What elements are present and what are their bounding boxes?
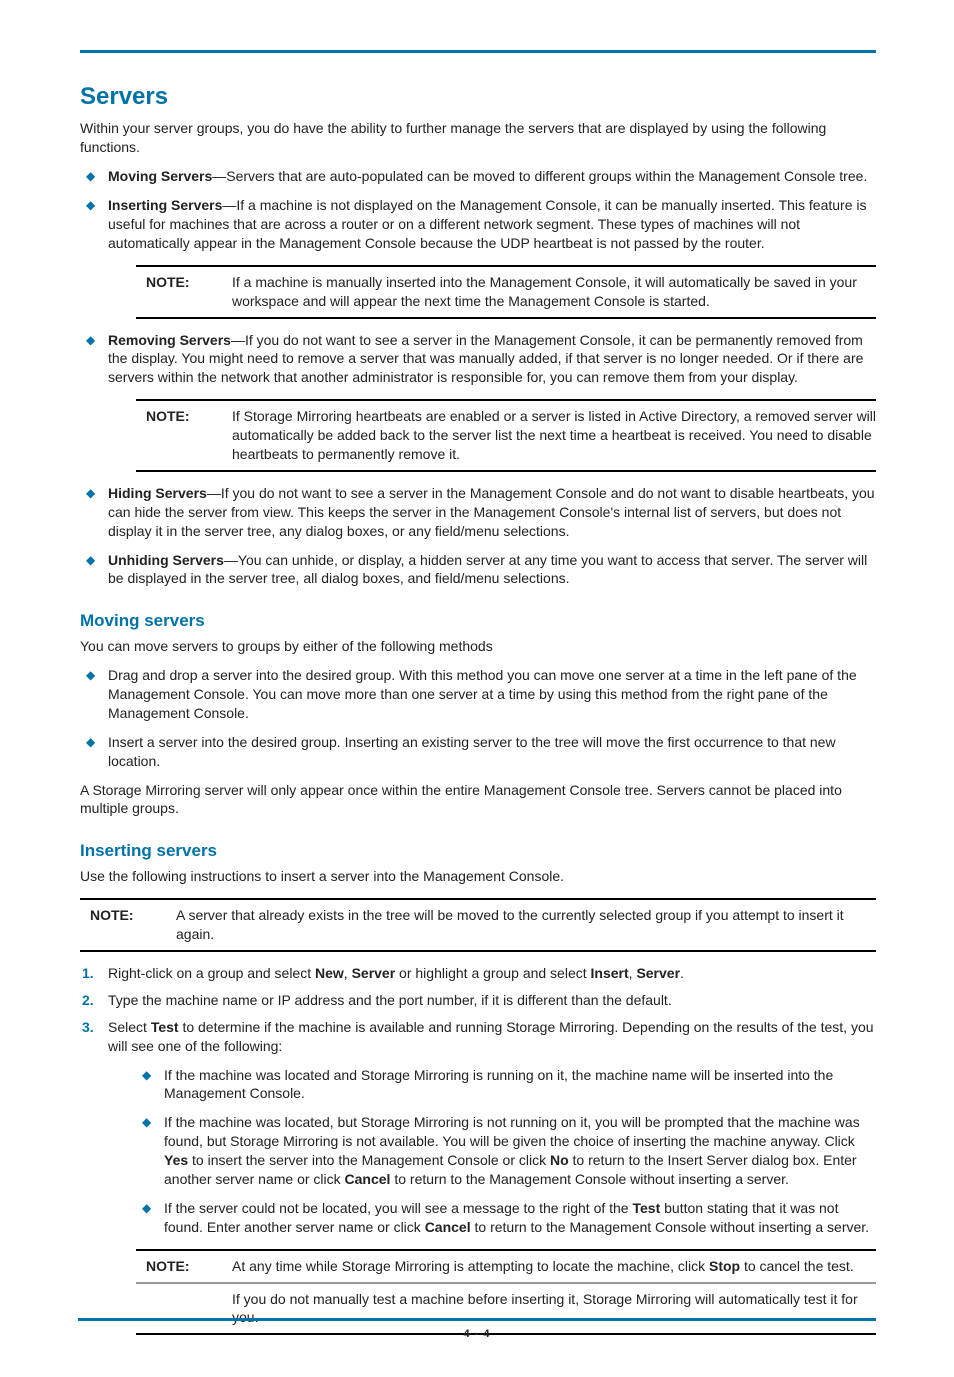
kw-no: No	[550, 1152, 569, 1168]
text: to cancel the test.	[740, 1258, 854, 1274]
moving-methods-list: Drag and drop a server into the desired …	[80, 666, 876, 770]
footer-rule	[78, 1318, 876, 1321]
functions-list: Moving Servers—Servers that are auto-pop…	[80, 167, 876, 588]
kw-new: New	[315, 965, 344, 981]
text: —Servers that are auto-populated can be …	[212, 168, 867, 184]
intro-paragraph: Within your server groups, you do have t…	[80, 119, 876, 157]
list-item: Insert a server into the desired group. …	[80, 733, 876, 771]
note-label: NOTE:	[86, 906, 170, 925]
text: —If you do not want to see a server in t…	[108, 485, 875, 539]
list-item: If the machine was located and Storage M…	[136, 1066, 876, 1104]
lead-unhiding: Unhiding Servers	[108, 552, 224, 568]
kw-stop: Stop	[709, 1258, 740, 1274]
lead-inserting: Inserting Servers	[108, 197, 222, 213]
inserting-intro: Use the following instructions to insert…	[80, 867, 876, 886]
note-text: If Storage Mirroring heartbeats are enab…	[226, 407, 876, 464]
inserting-steps: Right-click on a group and select New, S…	[80, 964, 876, 1335]
test-results-list: If the machine was located and Storage M…	[136, 1066, 876, 1237]
inserting-servers-heading: Inserting servers	[80, 840, 876, 863]
lead-moving: Moving Servers	[108, 168, 212, 184]
moving-servers-heading: Moving servers	[80, 610, 876, 633]
list-item: Inserting Servers—If a machine is not di…	[80, 196, 876, 318]
text: to insert the server into the Management…	[188, 1152, 550, 1168]
list-item: Removing Servers—If you do not want to s…	[80, 331, 876, 472]
text: or highlight a group and select	[395, 965, 590, 981]
step-3: Select Test to determine if the machine …	[80, 1018, 876, 1336]
text: If the machine was located, but Storage …	[164, 1114, 860, 1149]
note-box: NOTE: If Storage Mirroring heartbeats ar…	[136, 399, 876, 472]
kw-insert: Insert	[591, 965, 629, 981]
text: to determine if the machine is available…	[108, 1019, 874, 1054]
text: ,	[344, 965, 352, 981]
list-item: Hiding Servers—If you do not want to see…	[80, 484, 876, 541]
kw-server: Server	[352, 965, 396, 981]
kw-server-2: Server	[636, 965, 680, 981]
top-rule	[80, 50, 876, 53]
list-item: If the machine was located, but Storage …	[136, 1113, 876, 1189]
list-item: Unhiding Servers—You can unhide, or disp…	[80, 551, 876, 589]
text: Right-click on a group and select	[108, 965, 315, 981]
text: to return to the Management Console with…	[471, 1219, 869, 1235]
note-label: NOTE:	[142, 1257, 226, 1276]
list-item: If the server could not be located, you …	[136, 1199, 876, 1237]
lead-hiding: Hiding Servers	[108, 485, 207, 501]
step-2: Type the machine name or IP address and …	[80, 991, 876, 1010]
text: —If a machine is not displayed on the Ma…	[108, 197, 867, 251]
kw-test-2: Test	[633, 1200, 661, 1216]
text: At any time while Storage Mirroring is a…	[232, 1258, 709, 1274]
note-box: NOTE: A server that already exists in th…	[80, 898, 876, 952]
note-text: A server that already exists in the tree…	[170, 906, 876, 944]
moving-outro: A Storage Mirroring server will only app…	[80, 781, 876, 819]
note-text: At any time while Storage Mirroring is a…	[226, 1257, 876, 1276]
note-label: NOTE:	[142, 273, 226, 292]
note-box: NOTE: If a machine is manually inserted …	[136, 265, 876, 319]
list-item: Moving Servers—Servers that are auto-pop…	[80, 167, 876, 186]
page-footer: 4 - 4	[78, 1318, 876, 1342]
lead-removing: Removing Servers	[108, 332, 231, 348]
page-title: Servers	[80, 81, 876, 113]
step-1: Right-click on a group and select New, S…	[80, 964, 876, 983]
page-number: 4 - 4	[78, 1327, 876, 1342]
kw-cancel-2: Cancel	[425, 1219, 471, 1235]
list-item: Drag and drop a server into the desired …	[80, 666, 876, 723]
moving-intro: You can move servers to groups by either…	[80, 637, 876, 656]
page: Servers Within your server groups, you d…	[0, 0, 954, 1377]
text: to return to the Management Console with…	[390, 1171, 788, 1187]
text: .	[680, 965, 684, 981]
note-text: If a machine is manually inserted into t…	[226, 273, 876, 311]
text: If the server could not be located, you …	[164, 1200, 633, 1216]
kw-yes: Yes	[164, 1152, 188, 1168]
kw-cancel: Cancel	[345, 1171, 391, 1187]
kw-test: Test	[151, 1019, 179, 1035]
text: Select	[108, 1019, 151, 1035]
note-label: NOTE:	[142, 407, 226, 426]
